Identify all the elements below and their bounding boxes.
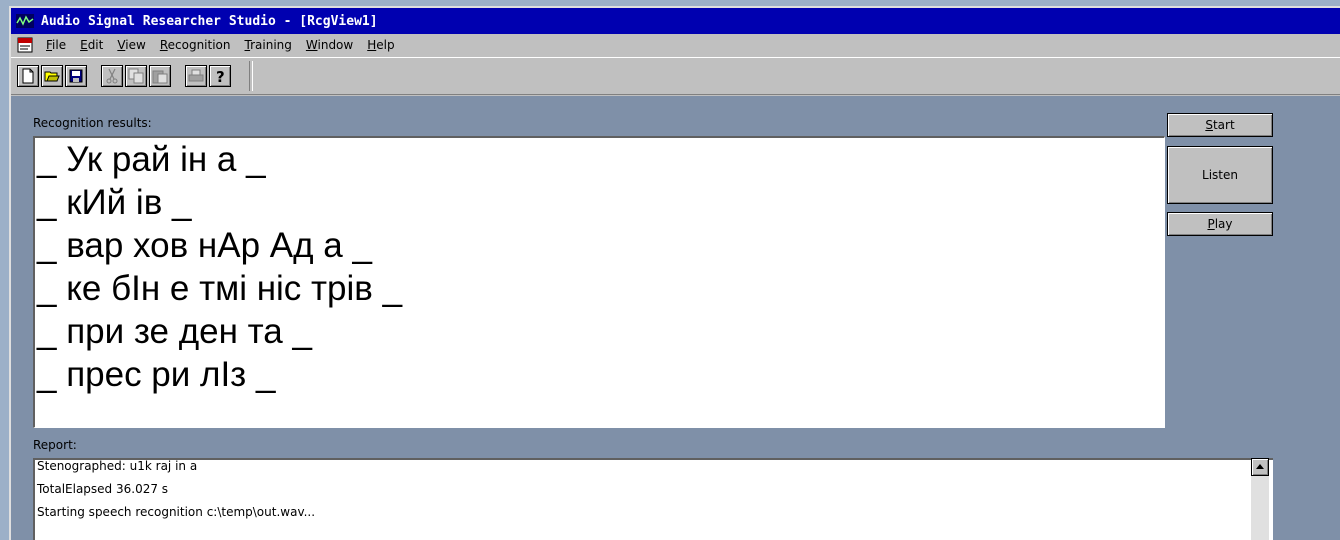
results-label: Recognition results:: [33, 116, 152, 130]
main-panel: Recognition results: _ Ук рай ін а _ _ к…: [11, 96, 1340, 540]
result-line: _ при зе ден та _: [37, 312, 312, 351]
result-line: _ ке бІн е тмі ніс трів _: [37, 269, 403, 308]
toolbar-separator: [249, 61, 253, 91]
play-button[interactable]: Play: [1167, 212, 1273, 236]
help-question-icon[interactable]: ?: [209, 65, 231, 87]
svg-text:?: ?: [216, 68, 225, 84]
scroll-up-arrow-icon[interactable]: [1251, 458, 1269, 476]
new-document-icon[interactable]: [17, 65, 39, 87]
report-textbox[interactable]: Stenographed: u1k raj in a TotalElapsed …: [33, 458, 1273, 540]
document-icon[interactable]: [15, 36, 35, 54]
listen-button[interactable]: Listen: [1167, 146, 1273, 204]
result-line: _ кИй ів _: [37, 183, 192, 222]
menu-edit[interactable]: Edit: [73, 36, 110, 54]
report-line: TotalElapsed 36.027 s: [37, 482, 169, 496]
report-label: Report:: [33, 438, 77, 452]
cut-scissors-icon[interactable]: [101, 65, 123, 87]
result-line: _ Ук рай ін а _: [37, 140, 266, 179]
report-line: Starting speech recognition c:\temp\out.…: [37, 505, 316, 519]
print-icon[interactable]: [185, 65, 207, 87]
result-line: _ прес ри лІз _: [37, 355, 276, 394]
open-folder-icon[interactable]: [41, 65, 63, 87]
toolbar: ?: [11, 57, 1340, 95]
start-button[interactable]: Start: [1167, 113, 1273, 137]
menu-recognition[interactable]: Recognition: [153, 36, 238, 54]
report-scrollbar[interactable]: [1251, 458, 1269, 540]
title-bar[interactable]: Audio Signal Researcher Studio - [RcgVie…: [11, 8, 1340, 34]
menu-view[interactable]: View: [110, 36, 152, 54]
app-window: Audio Signal Researcher Studio - [RcgVie…: [9, 6, 1340, 540]
paste-icon[interactable]: [149, 65, 171, 87]
menu-bar: File Edit View Recognition Training Wind…: [11, 34, 1340, 56]
window-title: Audio Signal Researcher Studio - [RcgVie…: [41, 13, 378, 29]
save-disk-icon[interactable]: [65, 65, 87, 87]
report-line: Stenographed: u1k raj in a: [37, 459, 198, 473]
menu-help[interactable]: Help: [360, 36, 401, 54]
menu-window[interactable]: Window: [299, 36, 360, 54]
menu-training[interactable]: Training: [238, 36, 299, 54]
result-line: _ вар хов нАр Ад а _: [37, 226, 372, 265]
app-icon: [15, 12, 35, 30]
copy-icon[interactable]: [125, 65, 147, 87]
menu-file[interactable]: File: [39, 36, 73, 54]
recognition-results-textbox[interactable]: _ Ук рай ін а _ _ кИй ів _ _ вар хов нАр…: [33, 136, 1165, 428]
